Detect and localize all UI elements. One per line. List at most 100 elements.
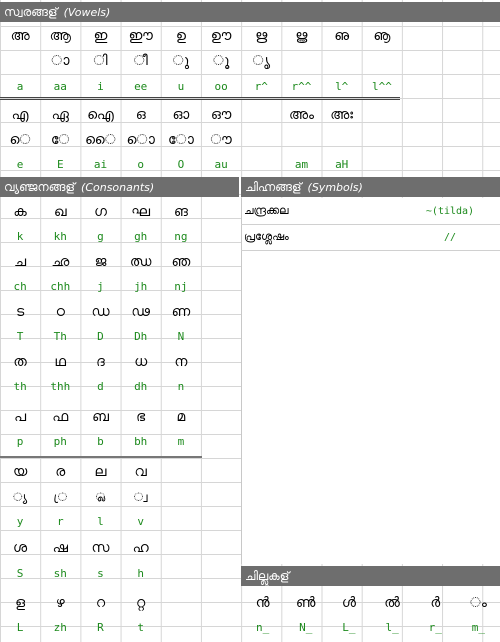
other-letter-1: ഴ xyxy=(55,595,65,611)
sibilant-translit-0: S xyxy=(16,567,24,580)
other-translit-1: zh xyxy=(53,621,67,634)
consonant-letter-2: ഗ xyxy=(94,204,107,220)
vowel2-letter-1: ഏ xyxy=(51,107,69,123)
consonant-letter-0: ക xyxy=(13,204,27,220)
vowel-translit-2: i xyxy=(97,80,104,93)
sibilant-letter-0: ശ xyxy=(13,540,28,556)
consonant-translit-0: p xyxy=(16,435,24,448)
chillu-letter: ൾ xyxy=(341,595,356,611)
chillu-letter: ൽ xyxy=(384,595,400,611)
consonants-divider xyxy=(0,456,202,458)
symbol-name-prasleshm: പ്രശ്ലേഷം xyxy=(244,230,289,243)
consonant-letter-0: ട xyxy=(15,304,25,320)
other-translit-0: L xyxy=(16,621,24,634)
consonant-letter-1: ഖ xyxy=(53,204,67,220)
consonant-letter-0: പ xyxy=(14,409,27,425)
symbols-panel xyxy=(241,198,500,564)
vowel2-letter-0: എ xyxy=(11,107,29,123)
vowel-letter-0: അ xyxy=(10,28,30,44)
consonant-translit-3: gh xyxy=(134,230,148,243)
consonant-translit-4: N xyxy=(177,330,185,343)
consonants-header-ml: വ്യഞ്ജനങ്ങള് xyxy=(4,180,76,194)
vowel-sign-3: ീ xyxy=(133,53,148,69)
consonant-letter-1: ഛ xyxy=(51,254,70,270)
vowel2-translit-5: au xyxy=(214,158,228,171)
consonant-translit-2: b xyxy=(97,435,104,448)
vowels-header-ml: സ്വരങ്ങള് xyxy=(4,5,58,19)
vowel2-sign-0: െ xyxy=(9,132,31,148)
other-letter-0: ള xyxy=(15,595,26,611)
vowel2-letter-2: ഐ xyxy=(87,107,114,123)
consonant-letter-2: ജ xyxy=(94,254,107,270)
consonant-translit-3: Dh xyxy=(134,330,148,343)
vowel2-translit-0: e xyxy=(16,158,24,171)
chillu-letter: ൻ xyxy=(255,595,270,611)
vowel-translit-3: ee xyxy=(134,80,148,93)
consonant-letter-4: മ xyxy=(176,409,186,425)
consonant-translit-0: th xyxy=(13,380,27,393)
consonant-letter-3: ധ xyxy=(134,354,148,370)
consonant-translit-2: g xyxy=(97,230,104,243)
vowel-letter-7: ൠ xyxy=(295,28,308,44)
chillu-header: ചില്ലുകള് xyxy=(241,566,500,586)
consonant-letter-0: ച xyxy=(14,254,27,270)
consonant-letter-1: ഥ xyxy=(54,354,67,370)
chillu-translit: n_ xyxy=(255,621,270,634)
symbol-key-tilda: ~(tilda) xyxy=(425,206,475,217)
vowel-letter-3: ഈ xyxy=(128,28,153,44)
vowel-translit-9: l^^ xyxy=(371,80,392,93)
consonant-translit-4: m xyxy=(177,435,185,448)
vowels-divider xyxy=(0,97,400,100)
consonant-translit-1: ph xyxy=(53,435,67,448)
chillu-translit: l_ xyxy=(385,621,399,634)
vowel-sign-2: ി xyxy=(93,53,108,69)
vowels-header-en: (Vowels) xyxy=(63,6,111,19)
symbols-header-en: (Symbols) xyxy=(307,181,363,194)
consonant-translit-0: T xyxy=(16,330,24,343)
semivowel-letter-2: ല xyxy=(94,464,107,480)
vowel2-letter-8: അഃ xyxy=(330,107,354,123)
vowel-letter-9: ൡ xyxy=(373,28,391,44)
consonant-letter-3: ഭ xyxy=(136,409,146,425)
sibilant-translit-1: sh xyxy=(53,567,67,580)
consonant-translit-0: k xyxy=(16,230,24,243)
consonant-letter-4: ങ xyxy=(173,204,188,220)
vowel2-letter-7: അം xyxy=(289,107,314,123)
vowel2-letter-3: ഒ xyxy=(135,107,146,123)
other-translit-3: t xyxy=(137,621,144,634)
vowel2-letter-4: ഓ xyxy=(172,107,190,123)
sibilant-translit-2: s xyxy=(97,567,104,580)
vowel2-translit-2: ai xyxy=(93,158,108,171)
vowel2-translit-1: E xyxy=(56,158,64,171)
consonant-letter-1: ഠ xyxy=(55,304,65,320)
consonant-translit-2: j xyxy=(97,280,104,293)
consonant-translit-3: bh xyxy=(134,435,148,448)
vowel-letter-2: ഇ xyxy=(93,28,108,44)
vowel-sign-5: ൂ xyxy=(212,53,230,69)
consonant-letter-4: ന xyxy=(174,354,188,370)
semivowel-translit-3: v xyxy=(137,515,144,528)
vowel2-sign-2: ൈ xyxy=(85,132,116,148)
consonant-translit-3: dh xyxy=(134,380,148,393)
sibilant-translit-3: h xyxy=(137,567,144,580)
sibilant-letter-2: സ xyxy=(91,540,110,556)
vowel2-translit-4: O xyxy=(177,158,185,171)
consonants-header: വ്യഞ്ജനങ്ങള് (Consonants) xyxy=(0,177,239,197)
consonant-letter-3: ഘ xyxy=(131,204,151,220)
vowel-translit-8: l^ xyxy=(335,80,349,93)
vowel-translit-7: r^^ xyxy=(291,80,312,93)
semivowel-sign-1: ്ര xyxy=(53,490,68,504)
chillu-translit: N_ xyxy=(299,621,313,634)
semivowel-letter-3: വ xyxy=(134,464,147,480)
vowel2-translit-7: am xyxy=(294,158,309,171)
vowel2-sign-5: ൗ xyxy=(210,132,232,148)
consonant-letter-2: ഡ xyxy=(91,304,110,320)
chillu-letter: ം xyxy=(469,595,487,611)
sibilant-letter-3: ഹ xyxy=(132,540,149,556)
consonant-translit-4: nj xyxy=(174,280,188,293)
vowel-translit-1: aa xyxy=(53,80,67,93)
vowel2-translit-3: o xyxy=(137,158,144,171)
consonant-translit-1: kh xyxy=(53,230,67,243)
consonant-letter-3: ഝ xyxy=(129,254,152,270)
consonant-letter-4: ഞ xyxy=(171,254,191,270)
